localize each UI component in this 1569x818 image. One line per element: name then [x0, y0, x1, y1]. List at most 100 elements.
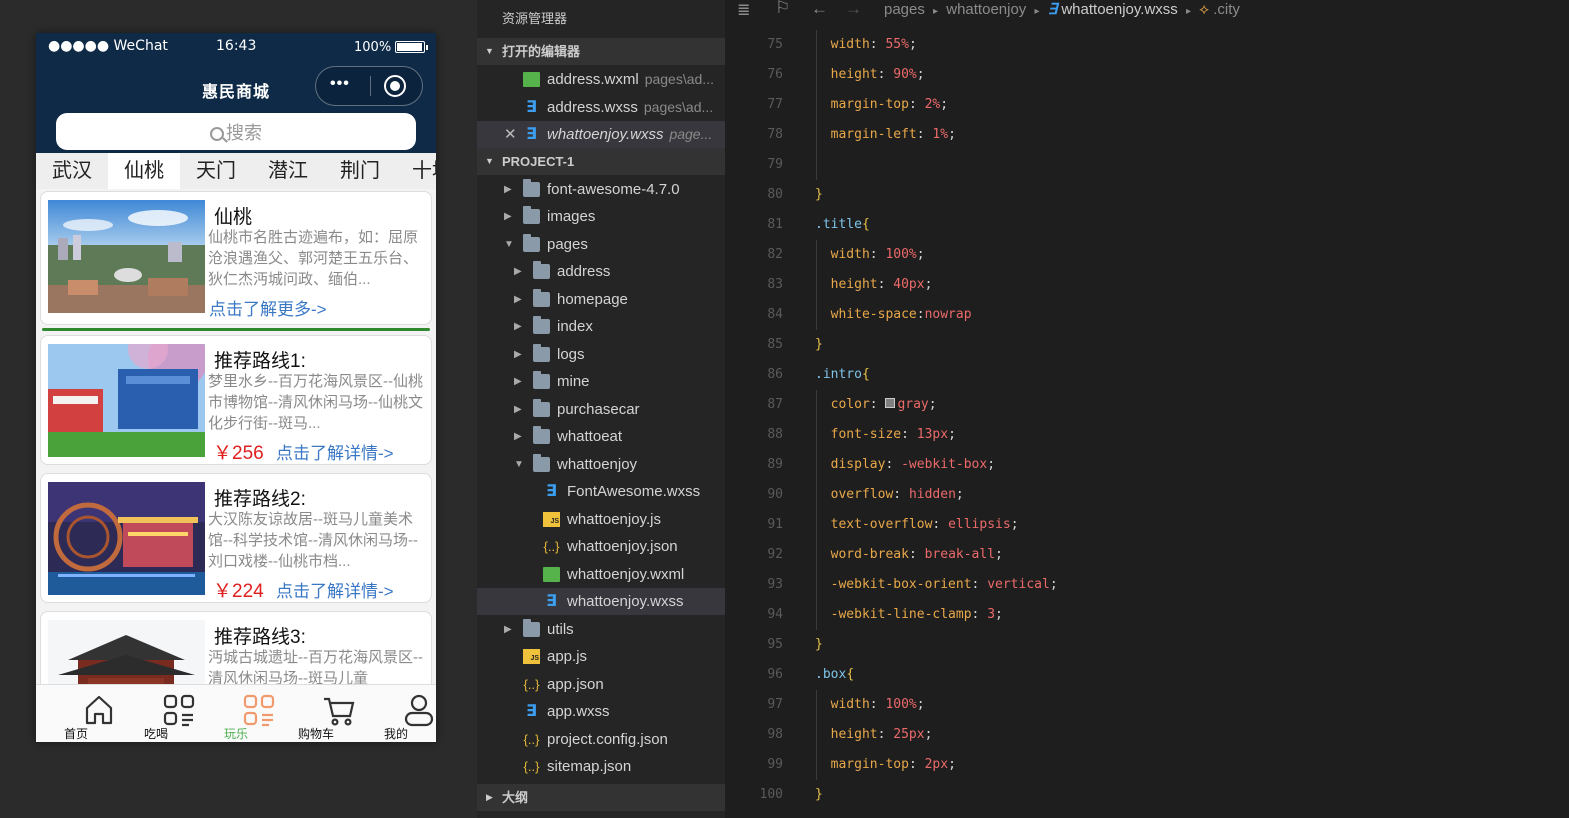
code-line[interactable]: white-space:nowrap — [815, 307, 972, 322]
file-name: app.js — [547, 648, 588, 665]
route-card[interactable]: 推荐路线2: 大汉陈友谅故居--斑马儿童美术馆--科学技术馆--清风休闲马场--刘… — [40, 473, 432, 603]
route-card[interactable]: 推荐路线3: 沔城古城遗址--百万花海风景区--清风休闲马场--斑马儿童 — [40, 611, 432, 684]
search-input[interactable]: 搜索 — [56, 113, 416, 150]
code-line[interactable]: width: 100%; — [815, 697, 925, 712]
code-line[interactable]: height: 90%; — [815, 67, 925, 82]
code-line[interactable]: } — [815, 787, 823, 802]
breadcrumb-item[interactable]: whattoenjoy — [946, 1, 1026, 18]
breadcrumb-item[interactable]: whattoenjoy.wxss — [1061, 1, 1177, 18]
code-line[interactable]: } — [815, 337, 823, 352]
breadcrumb-item[interactable]: .city — [1213, 1, 1240, 18]
route-card[interactable]: 推荐路线1: 梦里水乡--百万花海风景区--仙桃市博物馆--清风休闲马场--仙桃文… — [40, 335, 432, 465]
code-line[interactable]: .intro{ — [815, 367, 870, 382]
selector-icon: ⟡ — [1199, 1, 1210, 18]
code-line[interactable]: .box{ — [815, 667, 854, 682]
code-line[interactable]: -webkit-box-orient: vertical; — [815, 577, 1058, 592]
code-line[interactable]: word-break: break-all; — [815, 547, 1003, 562]
chevron-right-icon[interactable]: ▶ — [504, 203, 512, 230]
tab-home[interactable]: 首页 — [36, 685, 116, 742]
back-arrow-icon[interactable]: ← — [811, 0, 828, 19]
bookmark-icon[interactable]: ⚐ — [775, 0, 790, 18]
list-icon[interactable]: ≣ — [737, 0, 750, 20]
file-item[interactable]: JS app.js — [477, 643, 725, 670]
project-header[interactable]: ▼ PROJECT-1 — [477, 148, 725, 175]
chevron-right-icon[interactable]: ▶ — [504, 176, 512, 203]
code-editor[interactable]: ≣ ⚐ ← → pages ▸ whattoenjoy ▸ ∃ whattoen… — [725, 0, 1569, 818]
folder-item[interactable]: ▼ pages — [477, 231, 725, 258]
folder-item[interactable]: ▶ index — [477, 313, 725, 340]
chevron-right-icon[interactable]: ▶ — [514, 423, 522, 450]
file-item[interactable]: ∃ app.wxss — [477, 698, 725, 725]
folder-item[interactable]: ▶ homepage — [477, 286, 725, 313]
file-item[interactable]: {..} whattoenjoy.json — [477, 533, 725, 560]
open-editor-item[interactable]: ✕ ∃ whattoenjoy.wxss page... — [477, 121, 725, 148]
card-more-link[interactable]: 点击了解详情-> — [276, 439, 394, 464]
card-more-link[interactable]: 点击了解详情-> — [276, 577, 394, 602]
folder-item[interactable]: ▶ utils — [477, 616, 725, 643]
city-tab[interactable]: 潜江 — [252, 153, 324, 189]
code-line[interactable]: margin-left: 1%; — [815, 127, 956, 142]
file-item[interactable]: {..} project.config.json — [477, 726, 725, 753]
city-tab[interactable]: 天门 — [180, 153, 252, 189]
close-icon[interactable]: ✕ — [504, 121, 517, 148]
chevron-right-icon[interactable]: ▶ — [504, 616, 512, 643]
tab-cart[interactable]: 购物车 — [276, 685, 356, 742]
code-line[interactable]: .title{ — [815, 217, 870, 232]
code-line[interactable]: margin-top: 2px; — [815, 757, 956, 772]
folder-item[interactable]: ▶ font-awesome-4.7.0 — [477, 176, 725, 203]
folder-item[interactable]: ▶ mine — [477, 368, 725, 395]
more-icon[interactable]: ••• — [330, 75, 350, 93]
code-line[interactable]: } — [815, 187, 823, 202]
code-line[interactable]: display: -webkit-box; — [815, 457, 995, 472]
chevron-right-icon[interactable]: ▶ — [514, 313, 522, 340]
file-item[interactable]: ∃ FontAwesome.wxss — [477, 478, 725, 505]
route-card[interactable]: 仙桃 仙桃市名胜古迹遍布，如：屈原沧浪遇渔父、郭河楚王五乐台、狄仁杰沔城问政、缅伯… — [40, 191, 432, 325]
file-item[interactable]: {..} sitemap.json — [477, 753, 725, 780]
chevron-right-icon[interactable]: ▶ — [514, 341, 522, 368]
code-line[interactable]: height: 40px; — [815, 277, 933, 292]
close-target-icon[interactable] — [384, 75, 406, 97]
file-item[interactable]: {..} app.json — [477, 671, 725, 698]
code-line[interactable]: } — [815, 637, 823, 652]
chevron-right-icon[interactable]: ▶ — [514, 396, 522, 423]
forward-arrow-icon[interactable]: → — [845, 0, 862, 19]
folder-item[interactable]: ▶ purchasecar — [477, 396, 725, 423]
code-line[interactable]: width: 55%; — [815, 37, 917, 52]
chevron-down-icon[interactable]: ▼ — [504, 231, 514, 258]
code-line[interactable]: overflow: hidden; — [815, 487, 964, 502]
code-line[interactable]: font-size: 13px; — [815, 427, 956, 442]
code-line[interactable]: width: 100%; — [815, 247, 925, 262]
file-item[interactable]: ∃ whattoenjoy.wxss — [477, 588, 725, 615]
city-tab[interactable]: 十堰 — [396, 153, 436, 189]
file-item[interactable]: JS whattoenjoy.js — [477, 506, 725, 533]
folder-item[interactable]: ▶ images — [477, 203, 725, 230]
city-tab[interactable]: 武汉 — [36, 153, 108, 189]
code-line[interactable]: text-overflow: ellipsis; — [815, 517, 1019, 532]
chevron-right-icon[interactable]: ▶ — [514, 286, 522, 313]
folder-icon — [533, 426, 550, 444]
folder-item[interactable]: ▶ logs — [477, 341, 725, 368]
tab-food[interactable]: 吃喝 — [116, 685, 196, 742]
code-line[interactable]: height: 25px; — [815, 727, 933, 742]
tab-play[interactable]: 玩乐 — [196, 685, 276, 742]
file-item[interactable]: whattoenjoy.wxml — [477, 561, 725, 588]
outline-header[interactable]: ▶ 大纲 — [477, 784, 725, 811]
tab-user[interactable]: 我的 — [356, 685, 436, 742]
chevron-down-icon[interactable]: ▼ — [514, 451, 524, 478]
folder-item[interactable]: ▼ whattoenjoy — [477, 451, 725, 478]
open-editors-header[interactable]: ▼ 打开的编辑器 — [477, 38, 725, 65]
card-more-link[interactable]: 点击了解更多-> — [209, 295, 327, 320]
chevron-right-icon[interactable]: ▶ — [514, 258, 522, 285]
chevron-right-icon[interactable]: ▶ — [514, 368, 522, 395]
code-line[interactable]: margin-top: 2%; — [815, 97, 948, 112]
code-line[interactable]: color: gray; — [815, 397, 937, 412]
city-tab[interactable]: 仙桃 — [108, 153, 180, 189]
breadcrumb-item[interactable]: pages — [884, 1, 925, 18]
folder-item[interactable]: ▶ address — [477, 258, 725, 285]
folder-item[interactable]: ▶ whattoeat — [477, 423, 725, 450]
file-path: page... — [669, 126, 713, 142]
open-editor-item[interactable]: address.wxml pages\ad... — [477, 66, 725, 93]
open-editor-item[interactable]: ∃ address.wxss pages\ad... — [477, 94, 725, 121]
city-tab[interactable]: 荆门 — [324, 153, 396, 189]
code-line[interactable]: -webkit-line-clamp: 3; — [815, 607, 1003, 622]
